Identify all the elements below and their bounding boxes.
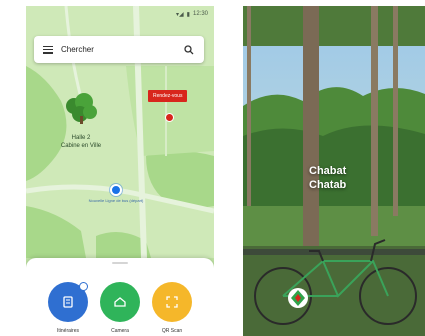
drag-handle[interactable] [112,262,128,264]
poi-label: Halle 2 Cabine en Ville [56,134,106,150]
itineraries-button[interactable] [48,282,88,322]
route-icon [63,296,73,308]
marker-label[interactable]: Rendez-vous [148,90,188,102]
signal-icon: ▾◢ [176,11,184,18]
user-location-label: Nouvelle Ligne de bus (départ) [88,198,144,203]
map-screen: ▾◢ ▮ 12:30 Chercher Rendez-vous Halle 2 … [26,6,214,336]
qr-scan-button[interactable] [152,282,192,322]
itineraries-label: Itinéraires [57,328,79,334]
bottom-action-panel: Itinéraires Camera QR Scan [26,258,214,336]
poi-label-line2: Cabine en Ville [60,143,102,149]
ar-overlay-line1: Chabat [309,165,347,177]
search-label[interactable]: Chercher [61,45,184,54]
camera-label: Camera [111,328,129,334]
camera-button[interactable] [100,282,140,322]
status-bar: ▾◢ ▮ 12:30 [176,8,208,20]
camera-view[interactable]: Chabat Chatab [243,6,425,336]
qr-scan-icon [166,296,178,308]
ar-overlay-line2: Chatab [309,179,347,191]
ar-flag-icon[interactable] [288,288,308,308]
camera-icon [114,297,126,307]
battery-icon: ▮ [186,11,190,18]
qr-scan-label: QR Scan [161,328,183,334]
user-location-icon [110,184,122,196]
search-icon[interactable] [184,44,194,55]
menu-icon[interactable] [43,45,53,54]
search-bar[interactable]: Chercher [34,36,204,63]
location-pin-icon[interactable] [165,113,174,122]
status-time: 12:30 [192,11,208,17]
ar-overlay-text[interactable]: Chabat Chatab [309,164,369,192]
poi-label-line1: Halle 2 [71,135,91,141]
notification-badge [79,282,88,291]
